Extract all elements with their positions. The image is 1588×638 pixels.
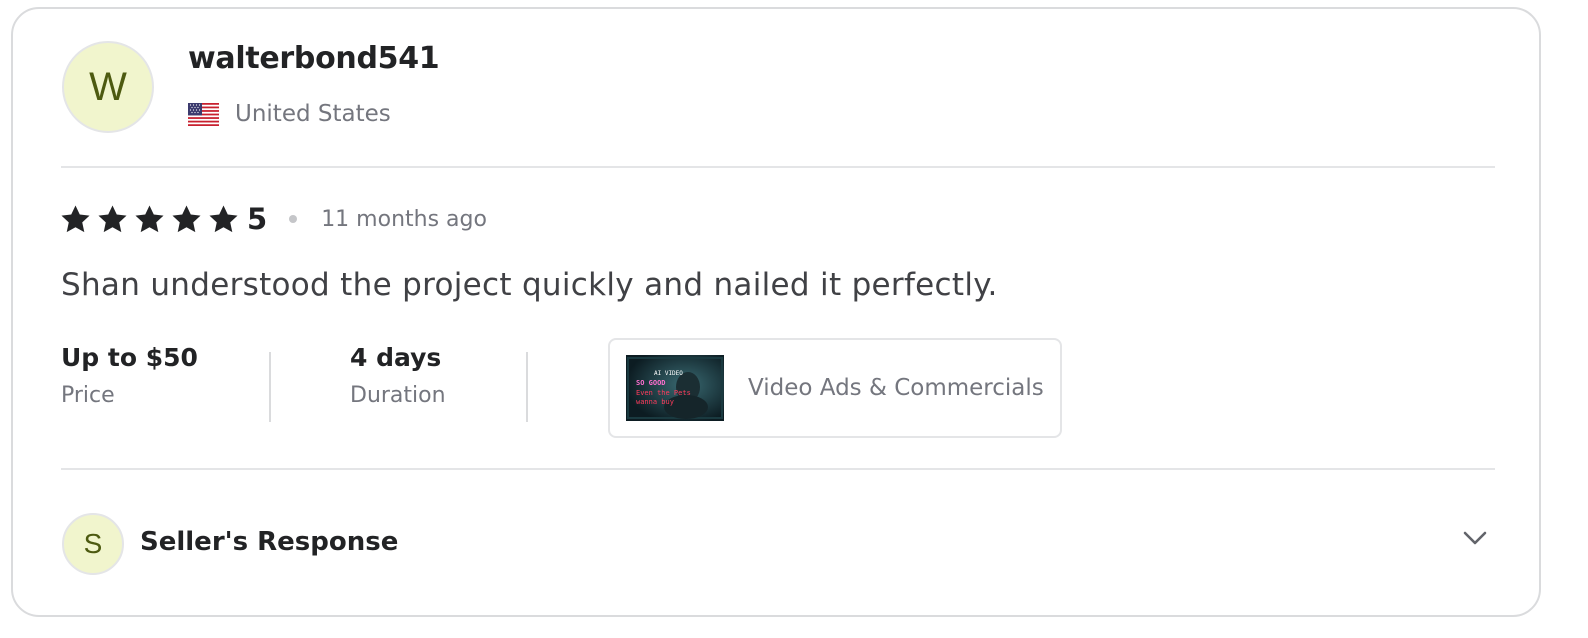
us-flag-icon xyxy=(188,102,219,126)
star-icon xyxy=(172,204,201,232)
star-icon xyxy=(209,204,238,232)
star-icon xyxy=(61,204,90,232)
gig-thumb-line: SO GOOD xyxy=(636,379,666,387)
gig-thumb-line: AI VIDEO xyxy=(654,370,683,377)
duration-label: Duration xyxy=(350,383,446,408)
meta-divider xyxy=(269,352,271,422)
price-label: Price xyxy=(61,383,115,408)
review-card: W walterbond541 United States 5 11 month… xyxy=(11,7,1541,617)
seller-avatar: S xyxy=(62,513,124,575)
duration-block: 4 days Duration xyxy=(350,343,446,408)
gig-link[interactable]: AI VIDEO SO GOOD Even the Pets wanna buy… xyxy=(608,338,1062,438)
duration-value: 4 days xyxy=(350,343,442,372)
rating-value: 5 xyxy=(247,202,268,236)
reviewer-username: walterbond541 xyxy=(188,41,440,76)
reviewer-country: United States xyxy=(188,101,391,127)
star-icon xyxy=(135,204,164,232)
meta-divider xyxy=(526,352,528,422)
seller-response-label[interactable]: Seller's Response xyxy=(140,527,398,557)
gig-thumb-line: wanna buy xyxy=(636,398,674,406)
price-value: Up to $50 xyxy=(61,343,198,372)
country-name: United States xyxy=(235,101,391,127)
review-time: 11 months ago xyxy=(321,206,487,232)
gig-thumb-line: Even the Pets xyxy=(636,389,691,397)
separator-dot xyxy=(289,215,298,223)
rating-row: 5 11 months ago xyxy=(59,199,487,239)
reviewer-avatar: W xyxy=(62,41,154,133)
header-divider xyxy=(61,166,1495,168)
gig-thumbnail: AI VIDEO SO GOOD Even the Pets wanna buy xyxy=(626,355,724,421)
review-text: Shan understood the project quickly and … xyxy=(61,267,998,303)
response-divider xyxy=(61,468,1495,470)
price-block: Up to $50 Price xyxy=(61,343,198,408)
seller-avatar-initial: S xyxy=(83,528,103,559)
chevron-down-icon[interactable] xyxy=(1461,524,1489,552)
star-rating xyxy=(59,203,244,236)
star-icon xyxy=(98,204,127,232)
gig-title[interactable]: Video Ads & Commercials xyxy=(748,375,1044,401)
reviewer-avatar-initial: W xyxy=(89,64,127,109)
